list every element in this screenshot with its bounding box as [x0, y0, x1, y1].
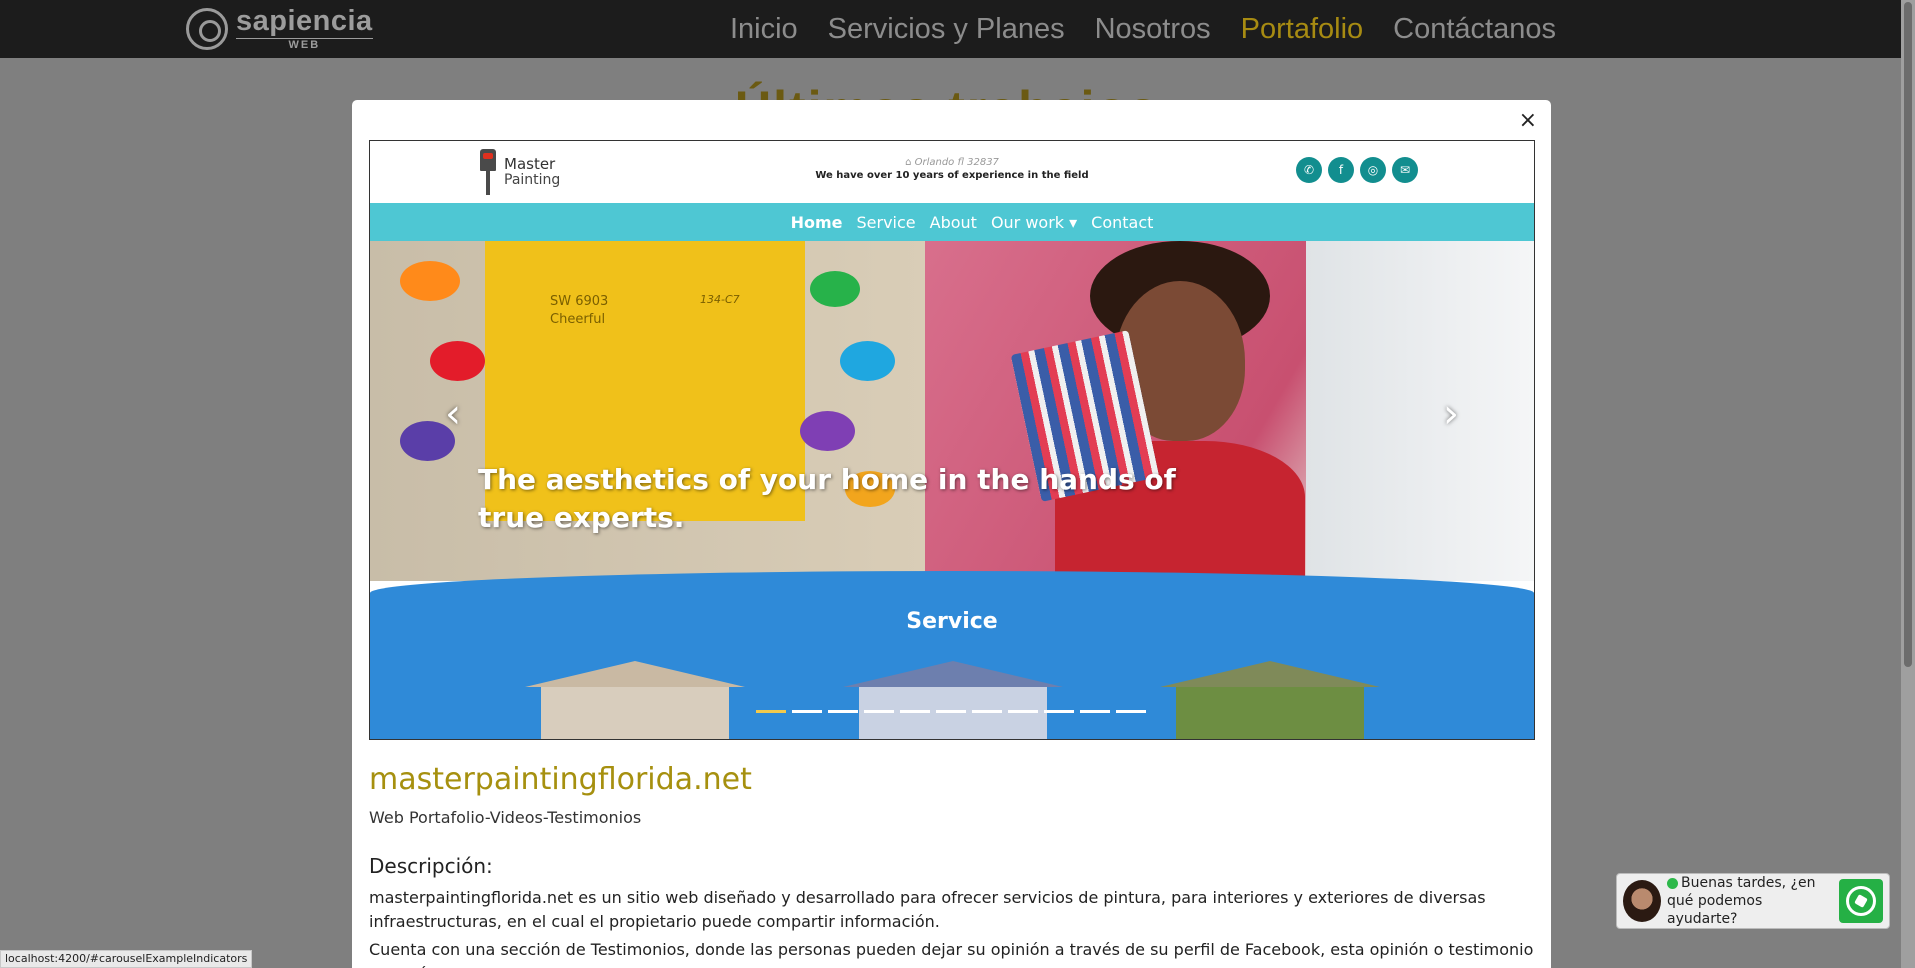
whatsapp-icon: ✆: [1296, 157, 1322, 183]
swatch-id: 134-C7: [700, 293, 740, 306]
logo-name: sapiencia: [236, 5, 373, 37]
carousel-indicators: [756, 710, 1146, 713]
online-status-icon: [1667, 877, 1678, 889]
service-section: Service: [370, 571, 1534, 739]
description-heading: Descripción:: [369, 854, 493, 878]
house-image: [525, 661, 745, 739]
carousel-indicator[interactable]: [900, 710, 930, 713]
carousel-indicator[interactable]: [792, 710, 822, 713]
embedded-site-header: Master Painting ⌂ Orlando fl 32837 We ha…: [370, 141, 1534, 203]
top-navbar: sapiencia WEB Inicio Servicios y Planes …: [0, 0, 1915, 58]
service-title: Service: [906, 609, 998, 634]
embedded-nav-our-work: Our work ▾: [990, 212, 1078, 232]
nav-portafolio[interactable]: Portafolio: [1241, 13, 1364, 46]
portfolio-modal: × Master Painting ⌂ Orlando fl 32837 We …: [352, 100, 1551, 968]
chat-greeting: Buenas tardes, ¿en qué podemos ayudarte?: [1667, 875, 1816, 927]
project-subtitle: Web Portafolio-Videos-Testimonios: [369, 808, 642, 827]
nav-contactanos[interactable]: Contáctanos: [1393, 13, 1556, 46]
facebook-icon: f: [1328, 157, 1354, 183]
nav-nosotros[interactable]: Nosotros: [1095, 13, 1211, 46]
hero-slide: SW 6903 Cheerful 134-C7 The aesthetics o…: [370, 241, 1534, 581]
carousel-indicator[interactable]: [828, 710, 858, 713]
nav-inicio[interactable]: Inicio: [730, 13, 798, 46]
mail-icon: ✉: [1392, 157, 1418, 183]
logo-head-icon: [186, 8, 228, 50]
nav-servicios-planes[interactable]: Servicios y Planes: [828, 13, 1065, 46]
status-bar-url: localhost:4200/#carouselExampleIndicator…: [0, 950, 253, 968]
whatsapp-chat-widget[interactable]: Buenas tardes, ¿en qué podemos ayudarte?: [1616, 873, 1890, 929]
carousel-indicator[interactable]: [1080, 710, 1110, 713]
carousel-indicator[interactable]: [1008, 710, 1038, 713]
carousel-indicator[interactable]: [936, 710, 966, 713]
house-image: [1160, 661, 1380, 739]
embedded-site-nav: Home Service About Our work ▾ Contact: [370, 203, 1534, 241]
logo-text: sapiencia WEB: [236, 7, 373, 51]
carousel-indicator[interactable]: [1044, 710, 1074, 713]
carousel-indicator[interactable]: [1116, 710, 1146, 713]
project-title: masterpaintingflorida.net: [369, 762, 752, 797]
logo-sub: WEB: [236, 38, 373, 51]
project-screenshot: Master Painting ⌂ Orlando fl 32837 We ha…: [369, 140, 1535, 740]
sapiencia-logo[interactable]: sapiencia WEB: [186, 7, 373, 51]
page-scrollbar[interactable]: [1901, 0, 1915, 968]
agent-avatar: [1623, 880, 1661, 922]
slide-caption: The aesthetics of your home in the hands…: [478, 463, 1176, 534]
description-paragraph: masterpaintingflorida.net es un sitio we…: [369, 888, 1486, 931]
whatsapp-icon[interactable]: [1839, 879, 1883, 923]
carousel-next-icon[interactable]: ›: [1443, 391, 1459, 437]
carousel-prev-icon[interactable]: ‹: [445, 391, 461, 437]
instagram-icon: ◎: [1360, 157, 1386, 183]
embedded-nav-service: Service: [856, 212, 916, 232]
swatch-label: SW 6903 Cheerful: [550, 294, 609, 327]
embedded-nav-home: Home: [790, 212, 843, 232]
close-button[interactable]: ×: [1519, 108, 1537, 134]
social-icons: ✆ f ◎ ✉: [1296, 157, 1418, 183]
embedded-nav-about: About: [929, 212, 977, 232]
house-image: [843, 661, 1063, 739]
embedded-nav-contact: Contact: [1091, 212, 1154, 232]
main-menu: Inicio Servicios y Planes Nosotros Porta…: [730, 0, 1556, 58]
carousel-indicator[interactable]: [972, 710, 1002, 713]
scrollbar-thumb[interactable]: [1904, 2, 1912, 667]
description-paragraph: Cuenta con una sección de Testimonios, d…: [369, 940, 1534, 968]
carousel-indicator[interactable]: [756, 710, 786, 713]
carousel-indicator[interactable]: [864, 710, 894, 713]
